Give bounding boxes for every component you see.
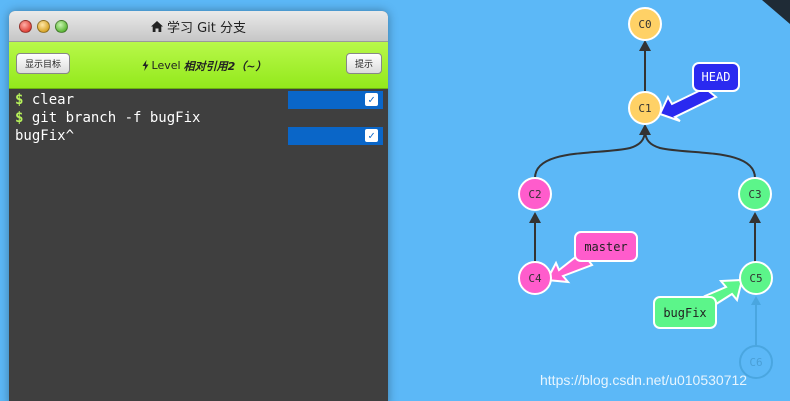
- head-ref-arrow: [658, 86, 718, 122]
- commit-label: C6: [749, 356, 762, 369]
- commit-label: C2: [528, 188, 541, 201]
- commit-c5[interactable]: C5: [739, 261, 773, 295]
- edge-arrow: [751, 296, 761, 305]
- ref-name: bugFix: [663, 306, 706, 320]
- ref-name: HEAD: [702, 70, 731, 84]
- edge-arrow: [639, 124, 651, 135]
- edge-c3-c1: [644, 129, 756, 179]
- commit-label: C4: [528, 272, 542, 285]
- commit-c0[interactable]: C0: [628, 7, 662, 41]
- edge-arrow: [639, 40, 651, 51]
- head-label[interactable]: HEAD: [692, 62, 740, 92]
- commit-c1[interactable]: C1: [628, 91, 662, 125]
- bugfix-label[interactable]: bugFix: [653, 296, 717, 329]
- corner-decoration: [762, 0, 790, 24]
- commit-label: C0: [638, 18, 651, 31]
- master-label[interactable]: master: [574, 231, 638, 262]
- ref-name: master: [584, 240, 627, 254]
- watermark-text: https://blog.csdn.net/u010530712: [540, 372, 748, 388]
- edge-arrow: [749, 212, 761, 223]
- edge-c2-c1: [534, 129, 646, 179]
- commit-graph: C0 C1 C2 C3 C4 C5 C6 HEAD master bugFix: [518, 0, 790, 379]
- commit-label: C1: [638, 102, 651, 115]
- commit-label: C5: [749, 272, 762, 285]
- edge-arrow: [529, 212, 541, 223]
- commit-c3[interactable]: C3: [738, 177, 772, 211]
- commit-c2[interactable]: C2: [518, 177, 552, 211]
- commit-c4[interactable]: C4: [518, 261, 552, 295]
- commit-label: C3: [748, 188, 761, 201]
